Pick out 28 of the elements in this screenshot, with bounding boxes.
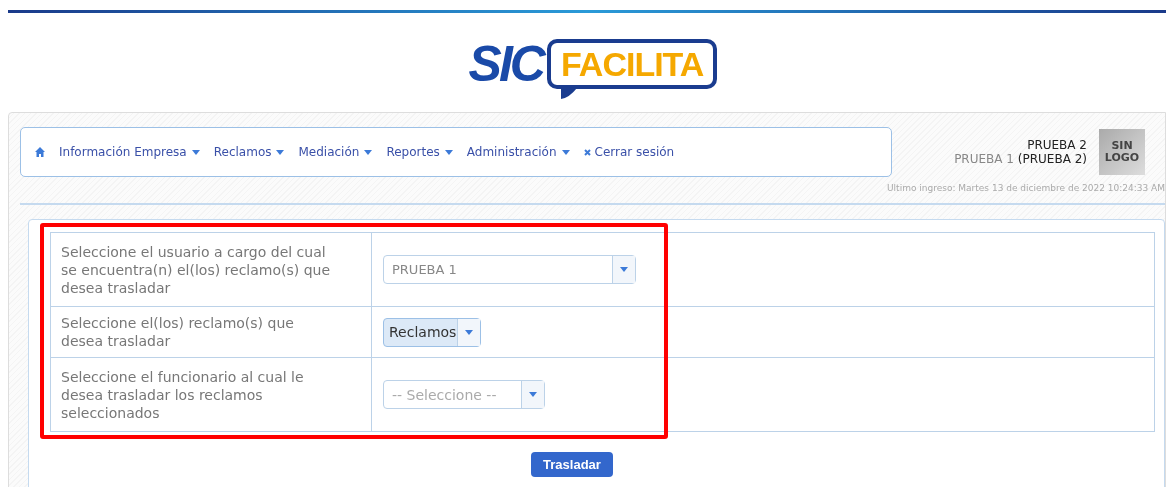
caret-icon xyxy=(444,150,453,155)
user-name: PRUEBA 1 xyxy=(954,152,1014,166)
user-role: (PRUEBA 2) xyxy=(1017,152,1087,166)
claims-select[interactable]: Reclamos xyxy=(383,317,482,347)
field-label: Seleccione el usuario a cargo del cual se encuentra(n) el(los) reclamo(s) que desea trasladar xyxy=(50,232,372,307)
nav-menu[interactable]: Mediación xyxy=(298,145,373,159)
last-login-text: Ultimo ingreso: Martes 13 de diciembre de 2022 10:24:33 AM xyxy=(886,183,1165,193)
caret-icon xyxy=(191,150,200,155)
user-select[interactable]: PRUEBA 1 xyxy=(383,255,636,284)
home-icon[interactable] xyxy=(35,147,45,157)
caret-icon xyxy=(465,329,474,335)
nav-menu[interactable]: Administración xyxy=(466,145,570,159)
nav-menu[interactable]: Reclamos xyxy=(213,145,285,159)
company-name: PRUEBA 2 xyxy=(1026,138,1087,152)
field-label: Seleccione el funcionario al cual le desea trasladar los reclamos seleccionados xyxy=(50,357,372,432)
logo: SIC FACILITA xyxy=(468,39,718,112)
field-label: Seleccione el(los) reclamo(s) que desea trasladar xyxy=(50,306,372,358)
logo-placeholder-text: SIN LOGO xyxy=(1104,139,1140,165)
caret-icon xyxy=(620,267,628,272)
caret-icon xyxy=(276,150,285,155)
nav-menu[interactable]: Información Empresa xyxy=(59,145,200,159)
caret-icon xyxy=(561,150,570,155)
caret-icon xyxy=(529,392,537,397)
caret-icon xyxy=(364,150,373,155)
close-icon xyxy=(583,149,591,156)
nav-menu[interactable]: Reportes xyxy=(386,145,453,159)
logout-link[interactable]: Cerrar sesión xyxy=(583,145,675,159)
transfer-button[interactable]: Trasladar xyxy=(531,452,613,477)
